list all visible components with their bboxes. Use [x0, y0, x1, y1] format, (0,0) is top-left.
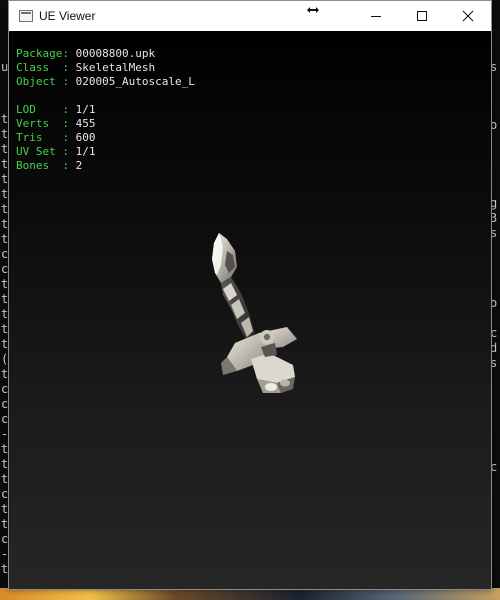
- info-lod: LOD : 1/1: [16, 103, 95, 117]
- info-separator: :: [62, 117, 76, 130]
- info-separator: :: [62, 61, 76, 74]
- maximize-button[interactable]: [399, 1, 445, 31]
- mesh-viewport[interactable]: Package: 00008800.upk Class : SkeletalMe…: [9, 31, 491, 589]
- info-separator: :: [62, 103, 76, 116]
- info-value: SkeletalMesh: [75, 61, 156, 74]
- info-separator: :: [62, 159, 76, 172]
- info-value: 1/1: [75, 145, 96, 158]
- info-value: 600: [75, 131, 96, 144]
- info-key: Package: [16, 47, 63, 60]
- minimize-icon: [371, 16, 381, 17]
- info-key: Class: [16, 61, 63, 74]
- app-window-icon: [19, 10, 33, 22]
- info-separator: :: [62, 75, 76, 88]
- close-button[interactable]: [445, 1, 491, 31]
- desktop: u t t t t t t t t t c c t t t t t ( t c …: [0, 0, 500, 600]
- info-value: 455: [75, 117, 96, 130]
- info-tris: Tris : 600: [16, 131, 95, 145]
- info-object: Object : 020005_Autoscale_L: [16, 75, 195, 89]
- info-bones: Bones : 2: [16, 159, 82, 173]
- close-icon: [462, 10, 474, 22]
- info-value: 1/1: [75, 103, 96, 116]
- info-value: 00008800.upk: [75, 47, 156, 60]
- window-title: UE Viewer: [39, 9, 96, 23]
- info-value: 2: [75, 159, 83, 172]
- minimize-button[interactable]: [353, 1, 399, 31]
- info-key: Tris: [16, 131, 63, 144]
- info-class: Class : SkeletalMesh: [16, 61, 155, 75]
- horizontal-resize-cursor-icon: [307, 7, 319, 13]
- info-separator: :: [62, 145, 76, 158]
- ue-viewer-window: UE Viewer Package: 00008800.upk Class: …: [8, 0, 492, 590]
- skeletal-mesh-render: [212, 233, 297, 393]
- maximize-icon: [417, 11, 427, 21]
- info-separator: :: [62, 131, 76, 144]
- info-separator: :: [62, 47, 76, 60]
- info-key: Verts: [16, 117, 63, 130]
- info-key: LOD: [16, 103, 63, 116]
- title-bar[interactable]: UE Viewer: [9, 1, 491, 31]
- info-key: Object: [16, 75, 63, 88]
- info-key: Bones: [16, 159, 63, 172]
- info-value: 020005_Autoscale_L: [75, 75, 195, 88]
- info-key: UV Set: [16, 145, 63, 158]
- info-package: Package: 00008800.upk: [16, 47, 155, 61]
- info-uv-set: UV Set : 1/1: [16, 145, 95, 159]
- info-verts: Verts : 455: [16, 117, 95, 131]
